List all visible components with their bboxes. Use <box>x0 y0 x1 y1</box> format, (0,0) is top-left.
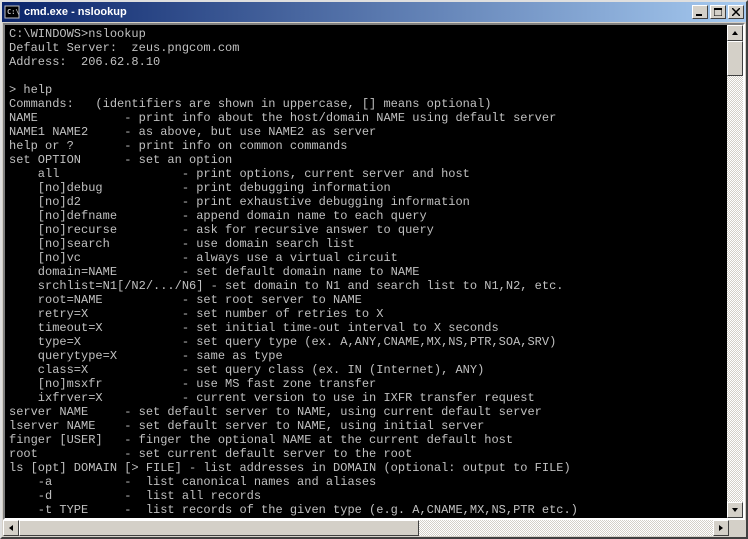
scroll-thumb-v[interactable] <box>727 41 743 76</box>
terminal-container: C:\WINDOWS>nslookup Default Server: zeus… <box>3 23 745 520</box>
scroll-up-button[interactable] <box>727 25 743 41</box>
horizontal-scrollbar[interactable] <box>3 520 745 536</box>
scroll-track-v[interactable] <box>727 41 743 502</box>
scroll-right-button[interactable] <box>713 520 729 536</box>
terminal-output[interactable]: C:\WINDOWS>nslookup Default Server: zeus… <box>5 25 727 518</box>
maximize-button[interactable] <box>710 5 726 19</box>
scroll-thumb-h[interactable] <box>19 520 419 536</box>
titlebar[interactable]: C:\ cmd.exe - nslookup <box>2 2 746 22</box>
svg-text:C:\: C:\ <box>7 8 20 16</box>
app-icon: C:\ <box>4 4 20 20</box>
vertical-scrollbar[interactable] <box>727 25 743 518</box>
window-controls <box>692 5 744 19</box>
minimize-button[interactable] <box>692 5 708 19</box>
window-title: cmd.exe - nslookup <box>24 6 692 18</box>
close-button[interactable] <box>728 5 744 19</box>
scrollbar-corner <box>729 520 745 536</box>
client-area: C:\WINDOWS>nslookup Default Server: zeus… <box>2 22 746 537</box>
scroll-track-h[interactable] <box>19 520 713 536</box>
scroll-down-button[interactable] <box>727 502 743 518</box>
window-frame: C:\ cmd.exe - nslookup C:\WINDOWS>nslook… <box>0 0 748 539</box>
scroll-left-button[interactable] <box>3 520 19 536</box>
